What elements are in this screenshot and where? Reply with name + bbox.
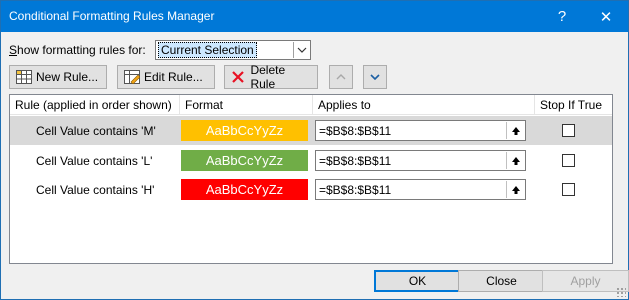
format-preview: AaBbCcYyZz <box>181 150 308 171</box>
rules-grid: Rule (applied in order shown) Format App… <box>9 94 613 264</box>
edit-rule-label: Edit Rule... <box>144 70 203 84</box>
title-bar[interactable]: Conditional Formatting Rules Manager ? ✕ <box>1 1 628 32</box>
header-stop-if-true: Stop If True <box>540 98 603 112</box>
new-rule-label: New Rule... <box>36 70 99 84</box>
applies-to-field[interactable]: =$B$8:$B$11 <box>315 150 526 171</box>
chevron-up-icon <box>336 74 346 80</box>
collapse-dialog-icon[interactable] <box>506 152 524 169</box>
format-preview: AaBbCcYyZz <box>181 179 308 200</box>
move-down-button[interactable] <box>363 65 387 89</box>
show-rules-label: Show formatting rules for: <box>9 43 146 57</box>
help-button[interactable]: ? <box>540 1 584 32</box>
edit-rule-icon <box>124 70 141 85</box>
rule-row-l[interactable]: Cell Value contains 'L' AaBbCcYyZz =$B$8… <box>10 146 612 175</box>
format-preview: AaBbCcYyZz <box>181 120 308 141</box>
rule-description: Cell Value contains 'M' <box>36 124 156 138</box>
delete-rule-button[interactable]: Delete Rule <box>224 63 318 91</box>
stop-if-true-checkbox[interactable] <box>562 124 575 137</box>
applies-to-value: =$B$8:$B$11 <box>319 124 392 138</box>
edit-rule-button[interactable]: Edit Rule... <box>117 65 215 89</box>
stop-if-true-checkbox[interactable] <box>562 183 575 196</box>
applies-to-value: =$B$8:$B$11 <box>319 154 392 168</box>
show-rules-dropdown[interactable]: Current Selection <box>155 40 311 60</box>
show-rules-selected: Current Selection <box>158 42 257 58</box>
chevron-down-icon[interactable] <box>293 42 309 58</box>
resize-grip[interactable] <box>616 287 626 297</box>
grid-header: Rule (applied in order shown) Format App… <box>10 95 612 115</box>
rules-toolbar: New Rule... Edit Rule... Delete Rule <box>9 63 613 93</box>
applies-to-value: =$B$8:$B$11 <box>319 183 392 197</box>
collapse-dialog-icon[interactable] <box>506 181 524 198</box>
close-button[interactable]: Close <box>458 270 545 292</box>
dialog-title: Conditional Formatting Rules Manager <box>9 9 215 23</box>
delete-icon <box>231 70 246 84</box>
rule-row-h[interactable]: Cell Value contains 'H' AaBbCcYyZz =$B$8… <box>10 175 612 204</box>
rule-row-m[interactable]: Cell Value contains 'M' AaBbCcYyZz =$B$8… <box>10 116 612 145</box>
header-rule: Rule (applied in order shown) <box>15 98 172 112</box>
dialog-window: Conditional Formatting Rules Manager ? ✕… <box>0 0 629 300</box>
chevron-down-icon <box>370 74 380 80</box>
header-format: Format <box>185 98 224 112</box>
applies-to-field[interactable]: =$B$8:$B$11 <box>315 120 526 141</box>
move-up-button[interactable] <box>329 65 353 89</box>
stop-if-true-checkbox[interactable] <box>562 154 575 167</box>
delete-rule-label: Delete Rule <box>250 63 286 91</box>
new-rule-icon <box>16 70 32 84</box>
rule-description: Cell Value contains 'H' <box>36 183 155 197</box>
header-applies-to: Applies to <box>318 98 371 112</box>
collapse-dialog-icon[interactable] <box>506 122 524 139</box>
new-rule-button[interactable]: New Rule... <box>9 65 107 89</box>
close-window-button[interactable]: ✕ <box>584 1 628 32</box>
rule-description: Cell Value contains 'L' <box>36 154 153 168</box>
applies-to-field[interactable]: =$B$8:$B$11 <box>315 179 526 200</box>
ok-button[interactable]: OK <box>374 270 461 292</box>
